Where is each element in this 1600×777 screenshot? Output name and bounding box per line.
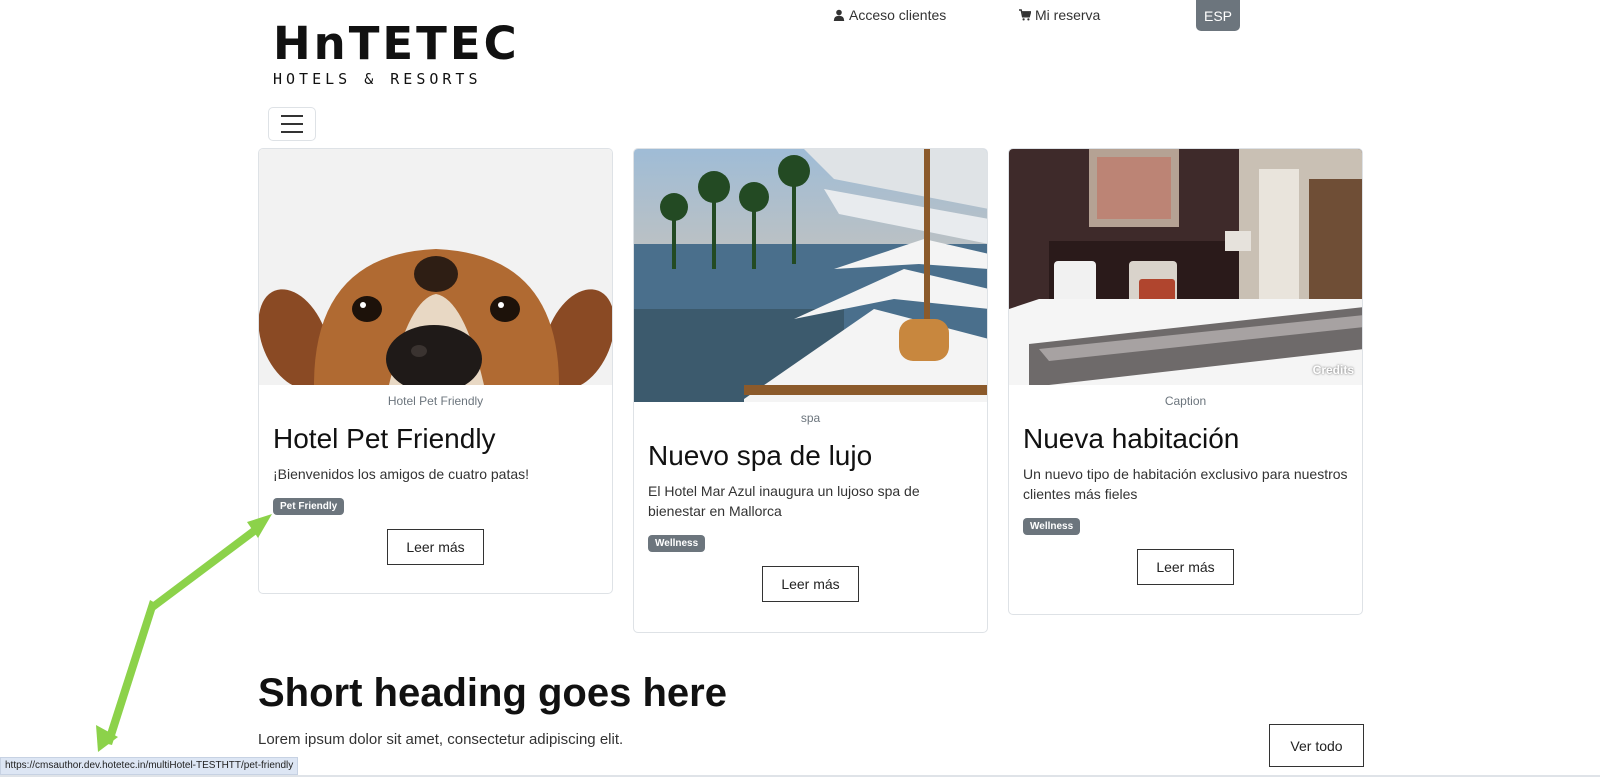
pool-sunbeds-image — [634, 149, 987, 402]
card-title: Nuevo spa de lujo — [648, 440, 873, 471]
card-title: Hotel Pet Friendly — [273, 423, 496, 454]
language-selector-button[interactable]: ESP — [1196, 0, 1240, 31]
read-more-button[interactable]: Leer más — [1137, 549, 1234, 585]
view-all-button[interactable]: Ver todo — [1269, 724, 1364, 767]
logo-wordmark: HnTETEC — [273, 17, 520, 70]
account-link[interactable]: Acceso clientes — [833, 6, 946, 24]
hotel-room-bed-image: Credits — [1009, 149, 1362, 385]
card-text: ¡Bienvenidos los amigos de cuatro patas! — [273, 466, 530, 482]
tag-badge[interactable]: Wellness — [648, 535, 706, 552]
menu-line — [281, 115, 303, 117]
read-more-button[interactable]: Leer más — [387, 529, 484, 565]
logo-tagline: HOTELS & RESORTS — [273, 70, 482, 88]
menu-line — [281, 123, 303, 125]
account-link-label: Acceso clientes — [849, 7, 947, 23]
image-caption: spa — [800, 411, 821, 425]
booking-link-label: Mi reserva — [1035, 7, 1101, 23]
image-caption: Hotel Pet Friendly — [387, 394, 484, 408]
section-description: Lorem ipsum dolor sit amet, consectetur … — [258, 731, 624, 748]
section-heading: Short heading goes here — [258, 671, 727, 715]
image-credits: Credits — [1312, 363, 1354, 377]
booking-link[interactable]: Mi reserva — [1019, 6, 1100, 24]
link-preview-status-bar: https://cmsauthor.dev.hotetec.in/multiHo… — [0, 757, 299, 775]
tag-badge[interactable]: Wellness — [1023, 518, 1081, 535]
hamburger-menu-button[interactable] — [268, 107, 316, 141]
hotetec-logo[interactable]: HnTETEC HOTELS & RESORTS — [273, 17, 520, 90]
dog-peeking-image — [259, 149, 612, 385]
card-text: El Hotel Mar Azul inaugura un lujoso spa… — [648, 483, 920, 519]
cart-icon — [1019, 9, 1031, 21]
card-text: Un nuevo tipo de habitación exclusivo pa… — [1023, 466, 1348, 502]
user-icon — [833, 9, 845, 21]
read-more-button[interactable]: Leer más — [762, 566, 859, 602]
tag-badge[interactable]: Pet Friendly — [273, 498, 345, 515]
image-caption: Caption — [1164, 394, 1207, 408]
news-card-spa: spa Nuevo spa de lujo El Hotel Mar Azul … — [633, 148, 988, 633]
news-card-room: Credits Caption Nueva habitación Un nuev… — [1008, 148, 1363, 615]
card-title: Nueva habitación — [1023, 423, 1240, 454]
news-card-pet-friendly: Hotel Pet Friendly Hotel Pet Friendly ¡B… — [258, 148, 613, 594]
menu-line — [281, 131, 303, 133]
